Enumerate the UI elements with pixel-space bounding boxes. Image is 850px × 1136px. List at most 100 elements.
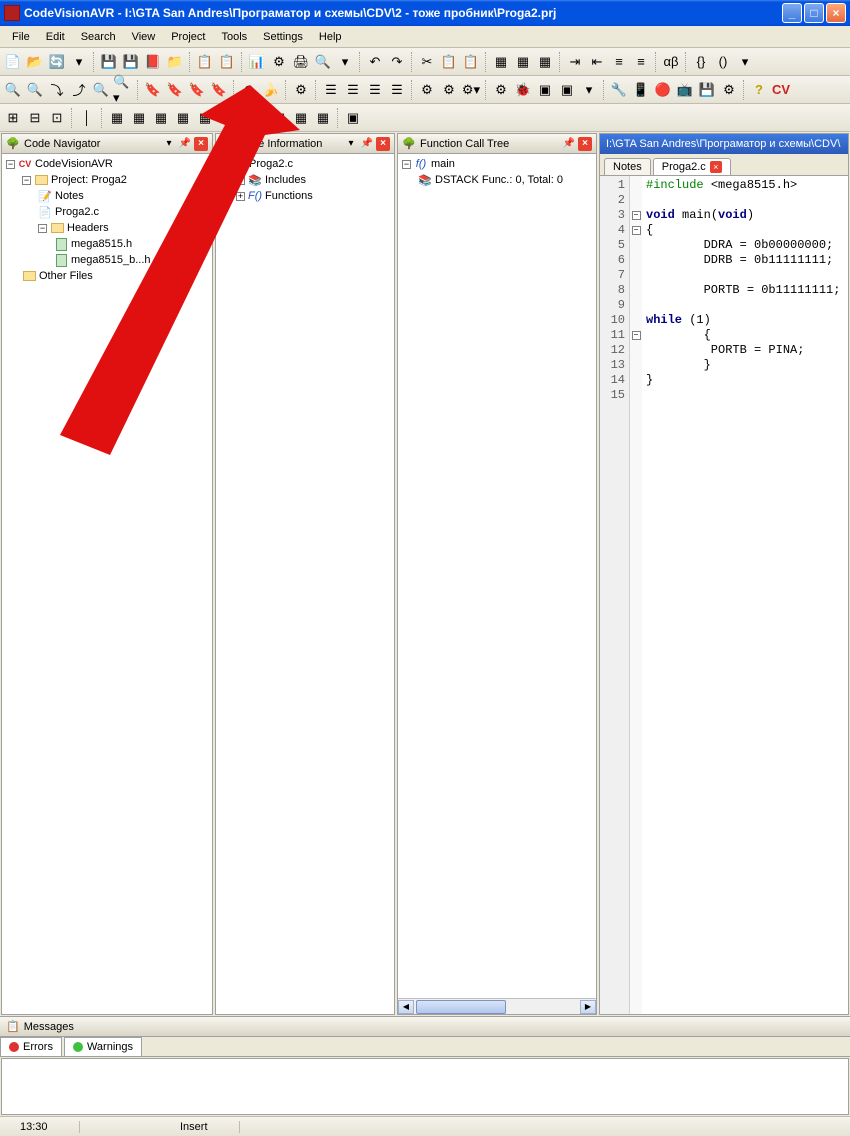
- tool6-icon[interactable]: ⚙: [718, 79, 740, 101]
- bookmark-prev-icon[interactable]: 🔖: [186, 79, 208, 101]
- pin-icon[interactable]: 📌: [360, 137, 374, 151]
- tree-header2[interactable]: mega8515_b...h: [4, 252, 210, 268]
- close-icon[interactable]: ×: [376, 137, 390, 151]
- menu-project[interactable]: Project: [163, 29, 213, 45]
- hscrollbar[interactable]: ◀ ▶: [398, 998, 596, 1014]
- tab-close-icon[interactable]: ×: [710, 161, 722, 173]
- indent-icon[interactable]: ⇥: [564, 51, 586, 73]
- find-prev-icon[interactable]: ⤴: [68, 79, 90, 101]
- bookmark-next-icon[interactable]: 🔖: [164, 79, 186, 101]
- collapse-icon[interactable]: −: [22, 176, 31, 185]
- find-icon[interactable]: 🔍: [2, 79, 24, 101]
- collapse-icon[interactable]: −: [402, 160, 411, 169]
- table1-icon[interactable]: ▦: [268, 107, 290, 129]
- build-dd-icon[interactable]: ⚙▾: [460, 79, 482, 101]
- find-next-icon[interactable]: ⤵: [46, 79, 68, 101]
- banana-icon[interactable]: 🍌: [260, 79, 282, 101]
- maximize-button[interactable]: □: [804, 3, 824, 23]
- menu-file[interactable]: File: [4, 29, 38, 45]
- bookmark-clear-icon[interactable]: 🔖: [208, 79, 230, 101]
- fold-icon[interactable]: −: [632, 331, 641, 340]
- view7-icon[interactable]: ▦: [238, 107, 260, 129]
- chip2-icon[interactable]: ▣: [556, 79, 578, 101]
- view2-icon[interactable]: ▦: [128, 107, 150, 129]
- list3-icon[interactable]: ☰: [364, 79, 386, 101]
- paren-icon[interactable]: (): [712, 51, 734, 73]
- tree-header1[interactable]: mega8515.h: [4, 236, 210, 252]
- tool5-icon[interactable]: 💾: [696, 79, 718, 101]
- tool4-icon[interactable]: 📺: [674, 79, 696, 101]
- preview-icon[interactable]: 🔍: [312, 51, 334, 73]
- list2-icon[interactable]: ☰: [342, 79, 364, 101]
- collapse-icon[interactable]: −: [220, 160, 229, 169]
- find-files-icon[interactable]: 🔍: [90, 79, 112, 101]
- find-all-icon[interactable]: 🔍▾: [112, 79, 134, 101]
- format-icon[interactable]: ≡: [608, 51, 630, 73]
- project-open-icon[interactable]: 📋: [216, 51, 238, 73]
- menu-search[interactable]: Search: [73, 29, 124, 45]
- outdent-icon[interactable]: ⇤: [586, 51, 608, 73]
- tree-other[interactable]: Other Files: [4, 268, 210, 284]
- gear-icon[interactable]: ⚙: [490, 79, 512, 101]
- view1-icon[interactable]: ▦: [106, 107, 128, 129]
- terminal-icon[interactable]: ▣: [342, 107, 364, 129]
- scroll-thumb[interactable]: [416, 1000, 506, 1014]
- fold-icon[interactable]: −: [632, 211, 641, 220]
- tree-includes[interactable]: + 📚 Includes: [218, 172, 392, 188]
- tab-errors[interactable]: Errors: [0, 1037, 62, 1056]
- brace-icon[interactable]: {}: [690, 51, 712, 73]
- table3-icon[interactable]: ▦: [312, 107, 334, 129]
- dropdown-icon[interactable]: ▾: [344, 137, 358, 151]
- open-folder-icon[interactable]: 📁: [164, 51, 186, 73]
- window2-icon[interactable]: ⊟: [24, 107, 46, 129]
- block-icon[interactable]: ▦: [490, 51, 512, 73]
- tree-headers[interactable]: − Headers: [4, 220, 210, 236]
- dropdown-icon[interactable]: ▾: [162, 137, 176, 151]
- view3-icon[interactable]: ▦: [150, 107, 172, 129]
- undo-icon[interactable]: ↶: [364, 51, 386, 73]
- tab-file[interactable]: Proga2.c ×: [653, 158, 731, 175]
- refresh-icon[interactable]: 🔄: [46, 51, 68, 73]
- code-text[interactable]: #include <mega8515.h> void main(void) { …: [642, 176, 848, 1014]
- expand-icon[interactable]: +: [236, 192, 245, 201]
- chart-icon[interactable]: 📊: [246, 51, 268, 73]
- dropdown-icon[interactable]: ▾: [68, 51, 90, 73]
- collapse-icon[interactable]: −: [6, 160, 15, 169]
- block2-icon[interactable]: ▦: [512, 51, 534, 73]
- close-file-icon[interactable]: 📕: [142, 51, 164, 73]
- copy-icon[interactable]: 📋: [438, 51, 460, 73]
- view6-icon[interactable]: ▦: [216, 107, 238, 129]
- tab-warnings[interactable]: Warnings: [64, 1037, 142, 1056]
- tree-project[interactable]: − Project: Proga2: [4, 172, 210, 188]
- bug-icon[interactable]: 🐞: [512, 79, 534, 101]
- open-icon[interactable]: 📂: [24, 51, 46, 73]
- code-editor[interactable]: 12345 678910 1112131415 − − − #include <…: [600, 176, 848, 1014]
- collapse-icon[interactable]: −: [38, 224, 47, 233]
- dropdown2-icon[interactable]: ▾: [734, 51, 756, 73]
- redo-icon[interactable]: ↷: [386, 51, 408, 73]
- chip-icon[interactable]: ▣: [534, 79, 556, 101]
- alpha-icon[interactable]: αβ: [660, 51, 682, 73]
- save-all-icon[interactable]: 💾: [120, 51, 142, 73]
- arrow-icon[interactable]: ▾: [334, 51, 356, 73]
- expand-icon[interactable]: +: [236, 176, 245, 185]
- tree-dstack[interactable]: 📚 DSTACK Func.: 0, Total: 0: [400, 172, 594, 188]
- fold-icon[interactable]: −: [632, 226, 641, 235]
- config-icon[interactable]: ⚙: [268, 51, 290, 73]
- minimize-button[interactable]: _: [782, 3, 802, 23]
- tool3-icon[interactable]: 🔴: [652, 79, 674, 101]
- help-icon[interactable]: ?: [748, 79, 770, 101]
- close-button[interactable]: ×: [826, 3, 846, 23]
- pin-icon[interactable]: 📌: [178, 137, 192, 151]
- bookmark-icon[interactable]: 🔖: [142, 79, 164, 101]
- tree-notes[interactable]: 📝 Notes: [4, 188, 210, 204]
- replace-icon[interactable]: 🔍: [24, 79, 46, 101]
- tree-source[interactable]: 📄 Proga2.c: [4, 204, 210, 220]
- window3-icon[interactable]: ⊡: [46, 107, 68, 129]
- line-icon[interactable]: │: [76, 107, 98, 129]
- cut-icon[interactable]: ✂: [416, 51, 438, 73]
- tool2-icon[interactable]: 📱: [630, 79, 652, 101]
- new-file-icon[interactable]: 📄: [2, 51, 24, 73]
- tree-main[interactable]: − f() main: [400, 156, 594, 172]
- view5-icon[interactable]: ▦: [194, 107, 216, 129]
